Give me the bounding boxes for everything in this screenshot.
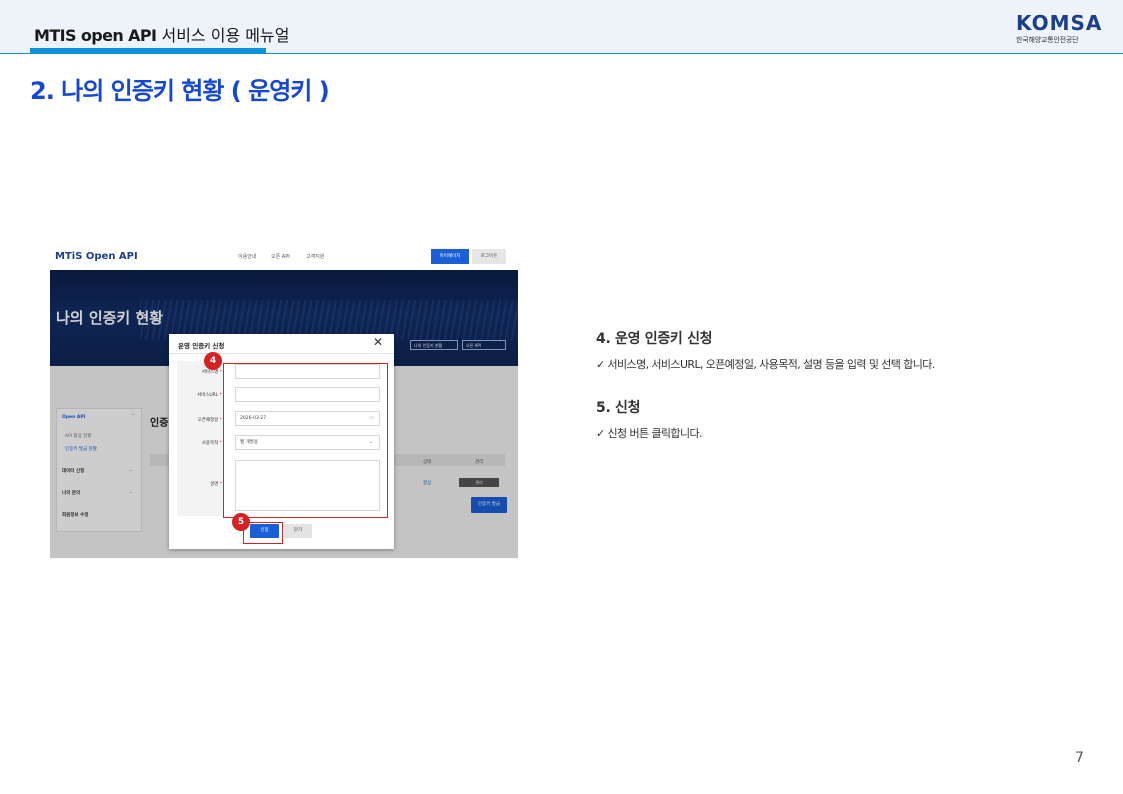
komsa-logo-text: KOMSA <box>1016 11 1103 35</box>
required-mark: * <box>219 393 222 398</box>
mypage-button: 마이페이지 <box>431 249 469 264</box>
page-number: 7 <box>1075 750 1084 766</box>
label-service-name: 서비스명 * <box>177 369 222 375</box>
logout-button: 로그아웃 <box>472 249 506 264</box>
komsa-logo: KOMSA 한국해양교통안전공단 <box>1016 11 1103 45</box>
modal-title: 운영 인증키 신청 <box>178 342 225 350</box>
label-purpose-text: 사용목적 <box>201 441 219 446</box>
label-open-date: 오픈예정일 * <box>177 417 222 423</box>
step-4-title: 4. 운영 인증키 신청 <box>596 331 713 347</box>
label-open-date-text: 오픈예정일 <box>197 418 219 423</box>
label-service-name-text: 서비스명 <box>201 370 219 375</box>
required-mark: * <box>219 418 222 423</box>
label-service-url-text: 서비스URL <box>196 393 219 398</box>
section-title: 2. 나의 인증키 현황 ( 운영키 ) <box>30 77 330 105</box>
screenshot-navbar: MTiS Open API 이용안내 오픈 API 고객지원 마이페이지 로그아… <box>50 246 518 270</box>
ui-screenshot: MTiS Open API 이용안내 오픈 API 고객지원 마이페이지 로그아… <box>50 246 518 558</box>
step-5-title: 5. 신청 <box>596 400 641 416</box>
header-bar: MTIS open API 서비스 이용 메뉴얼 KOMSA 한국해양교통안전공… <box>0 0 1123 54</box>
label-description: 설명 * <box>177 481 222 487</box>
document-title: MTIS open API 서비스 이용 메뉴얼 <box>34 22 289 46</box>
header-divider <box>0 53 1123 54</box>
step-badge-4: 4 <box>204 352 222 370</box>
label-service-url: 서비스URL * <box>177 392 222 398</box>
form-label-column <box>177 361 224 516</box>
nav-menu-openapi: 오픈 API <box>271 254 290 260</box>
required-mark: * <box>219 370 222 375</box>
close-icon: ✕ <box>373 335 384 349</box>
document-title-rest: 서비스 이용 메뉴얼 <box>156 26 290 45</box>
modal-divider <box>169 353 394 354</box>
document-title-bold: MTIS open API <box>34 26 157 45</box>
highlight-form-fields <box>223 363 388 518</box>
required-mark: * <box>219 482 222 487</box>
step-5-description: ✓ 신청 버튼 클릭합니다. <box>596 427 702 440</box>
step-4-description: ✓ 서비스명, 서비스URL, 오픈예정일, 사용목적, 설명 등을 입력 및 … <box>596 358 935 371</box>
close-button: 닫기 <box>284 524 312 538</box>
label-purpose: 사용목적 * <box>177 440 222 446</box>
nav-menu-support: 고객지원 <box>306 254 325 260</box>
mtis-logo: MTiS Open API <box>55 251 138 262</box>
komsa-logo-subtitle: 한국해양교통안전공단 <box>1016 36 1079 44</box>
required-mark: * <box>219 441 222 446</box>
step-badge-5: 5 <box>232 513 250 531</box>
nav-menu-guide: 이용안내 <box>238 254 257 260</box>
label-description-text: 설명 <box>210 482 219 487</box>
